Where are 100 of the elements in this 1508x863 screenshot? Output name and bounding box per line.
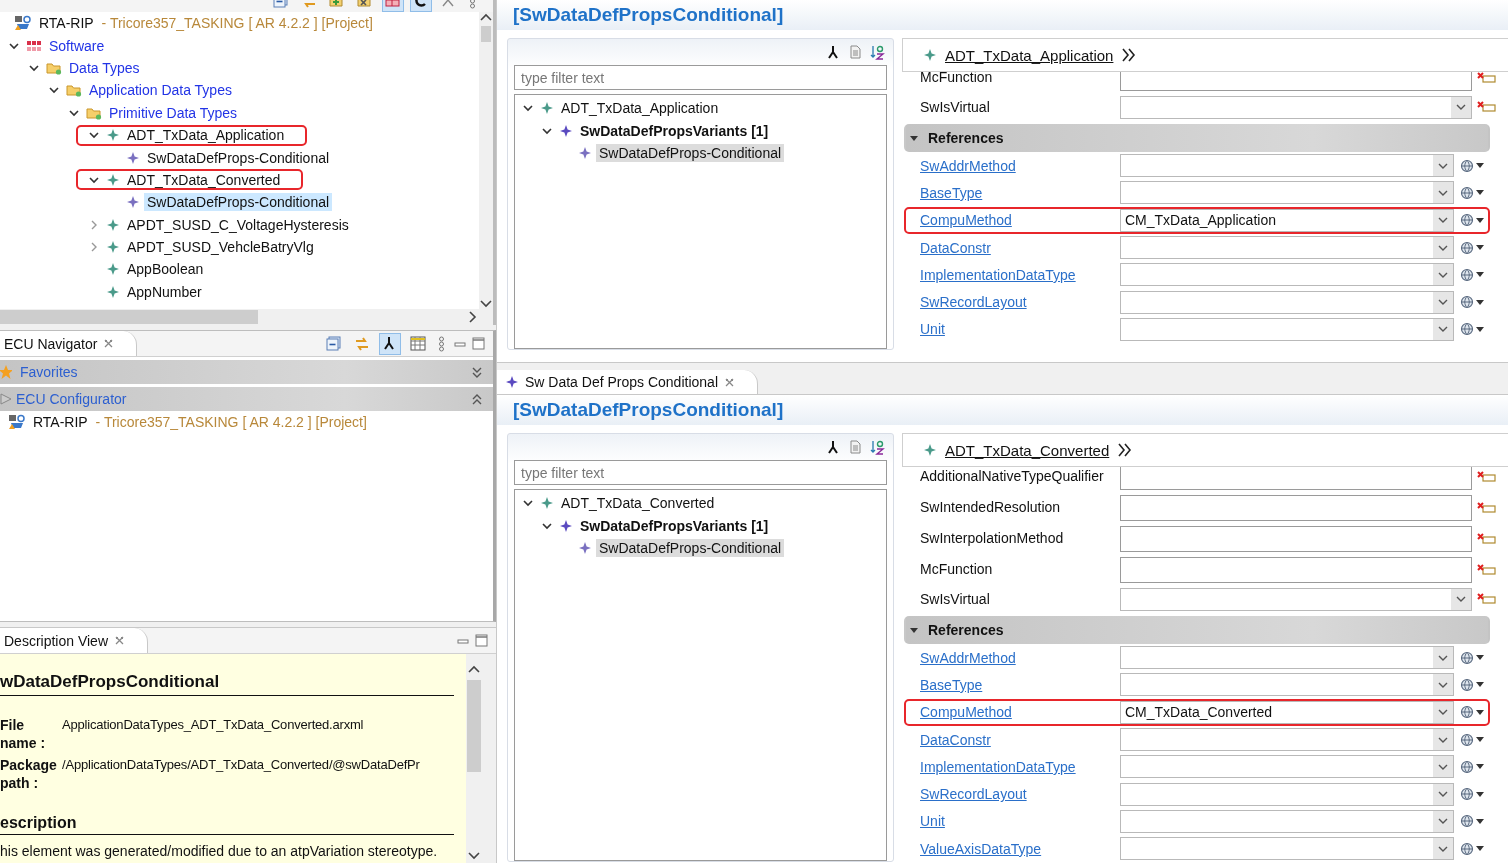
reference-link[interactable]: CompuMethod (920, 212, 1012, 229)
scrollbar-thumb[interactable] (481, 26, 491, 42)
scrollbar-thumb[interactable] (0, 310, 258, 324)
expand-chevron-icon[interactable] (471, 365, 483, 379)
dropdown-field[interactable] (1120, 587, 1472, 611)
reference-link[interactable]: CompuMethod (920, 704, 1012, 721)
caret-down-icon[interactable] (1476, 272, 1484, 278)
unset-icon[interactable] (1476, 562, 1496, 577)
scrollbar[interactable] (466, 654, 482, 863)
reference-link[interactable]: SwRecordLayout (920, 294, 1027, 311)
tree-item[interactable]: SwDataDefProps-Conditional (144, 193, 333, 212)
reference-link[interactable]: DataConstr (920, 731, 991, 748)
input-field[interactable] (1120, 494, 1472, 521)
globe-icon[interactable] (1460, 158, 1474, 173)
reference-link[interactable]: ImplementationDataType (920, 758, 1076, 775)
reference-link[interactable]: ImplementationDataType (920, 266, 1076, 283)
reference-link[interactable]: BaseType (920, 184, 983, 201)
caret-down-icon[interactable] (910, 627, 918, 633)
unset-icon[interactable] (1476, 72, 1496, 85)
caret-down-icon[interactable] (1476, 245, 1484, 251)
editor-tab[interactable]: Sw Data Def Props Conditional (497, 370, 758, 394)
section-heading[interactable]: References (928, 622, 1004, 638)
unset-icon[interactable] (1476, 500, 1496, 515)
double-chevron-icon[interactable] (1117, 442, 1133, 458)
dropdown-field[interactable] (1120, 673, 1454, 697)
globe-icon[interactable] (1460, 705, 1474, 720)
caret-down-icon[interactable] (1476, 655, 1484, 661)
reference-link[interactable]: BaseType (920, 676, 983, 693)
section-bar[interactable]: ECU Configurator (0, 387, 493, 411)
input-field[interactable] (1120, 556, 1472, 583)
dropdown-field[interactable]: CM_TxData_Application (1120, 208, 1454, 232)
globe-icon[interactable] (1460, 841, 1474, 856)
globe-icon[interactable] (1460, 787, 1474, 802)
globe-icon[interactable] (1460, 759, 1474, 774)
caret-down-icon[interactable] (1476, 846, 1484, 852)
globe-icon[interactable] (1460, 295, 1474, 310)
caret-down-icon[interactable] (1476, 163, 1484, 169)
sort-icon[interactable] (870, 439, 885, 455)
dropdown-field[interactable] (1120, 755, 1454, 779)
filter-field[interactable]: type filter text (514, 460, 887, 485)
dropdown-field[interactable] (1120, 646, 1454, 670)
globe-icon[interactable] (1460, 732, 1474, 747)
tree-item[interactable]: APDT_SUSD_VehcleBatryVlg (124, 238, 317, 257)
view-tab[interactable]: ECU Navigator (0, 331, 138, 356)
collapse-chevron-icon[interactable] (471, 392, 483, 406)
close-icon[interactable] (724, 376, 735, 388)
caret-down-icon[interactable] (1476, 326, 1484, 332)
caret-down-icon[interactable] (910, 135, 918, 141)
scrollbar-thumb[interactable] (467, 680, 481, 772)
dropdown-field[interactable] (1120, 154, 1454, 178)
section-heading[interactable]: References (928, 130, 1004, 146)
dropdown-field[interactable] (1120, 317, 1454, 341)
reference-link[interactable]: ValueAxisDataType (920, 840, 1042, 857)
reference-link[interactable]: Unit (920, 813, 945, 830)
globe-icon[interactable] (1460, 650, 1474, 665)
tree-item[interactable]: APDT_SUSD_C_VoltageHysteresis (124, 215, 352, 234)
dropdown-field[interactable] (1120, 809, 1454, 833)
filter-field[interactable]: type filter text (514, 65, 887, 90)
tree-item[interactable]: RTA-RIP (36, 14, 97, 33)
fork-icon[interactable] (826, 440, 840, 454)
dropdown-field[interactable] (1120, 782, 1454, 806)
input-field[interactable] (1120, 467, 1472, 490)
caret-down-icon[interactable] (1476, 217, 1484, 223)
tree-item[interactable]: Primitive Data Types (106, 103, 241, 122)
section-bar[interactable]: Favorites (0, 360, 493, 384)
tree-item[interactable]: Software (46, 36, 108, 55)
globe-icon[interactable] (1460, 814, 1474, 829)
unset-icon[interactable] (1476, 469, 1496, 484)
caret-down-icon[interactable] (1476, 709, 1484, 715)
caret-down-icon[interactable] (1476, 791, 1484, 797)
tree-item[interactable]: Data Types (66, 58, 143, 77)
globe-icon[interactable] (1460, 185, 1474, 200)
tree-item[interactable]: Application Data Types (86, 81, 235, 100)
tree-item[interactable]: ADT_TxData_Converted (558, 494, 718, 513)
tree-item[interactable]: SwDataDefPropsVariants [1] (577, 121, 772, 140)
reference-link[interactable]: SwAddrMethod (920, 157, 1016, 174)
scrollbar[interactable] (0, 309, 493, 325)
caret-down-icon[interactable] (1476, 299, 1484, 305)
view-tab[interactable]: Description View (0, 628, 148, 653)
fork-icon[interactable] (826, 45, 840, 59)
reference-link[interactable]: Unit (920, 321, 945, 338)
tree-item[interactable]: ADT_TxData_Converted (124, 170, 284, 189)
unset-icon[interactable] (1476, 100, 1496, 114)
dropdown-field[interactable] (1120, 728, 1454, 752)
caret-down-icon[interactable] (1476, 764, 1484, 770)
fork-button[interactable] (379, 332, 401, 355)
tree-item[interactable]: ADT_TxData_Application (558, 99, 722, 118)
reference-link[interactable]: SwAddrMethod (920, 649, 1016, 666)
scrollbar[interactable] (479, 12, 493, 309)
caret-down-icon[interactable] (1476, 818, 1484, 824)
dropdown-field[interactable] (1120, 263, 1454, 287)
globe-icon[interactable] (1460, 267, 1474, 282)
globe-icon[interactable] (1460, 213, 1474, 228)
caret-down-icon[interactable] (1476, 682, 1484, 688)
globe-icon[interactable] (1460, 677, 1474, 692)
reference-link[interactable]: SwRecordLayout (920, 786, 1027, 803)
sort-icon[interactable] (870, 44, 885, 60)
dropdown-field[interactable]: CM_TxData_Converted (1120, 700, 1454, 724)
input-field[interactable] (1120, 525, 1472, 552)
dropdown-field[interactable] (1120, 95, 1472, 119)
